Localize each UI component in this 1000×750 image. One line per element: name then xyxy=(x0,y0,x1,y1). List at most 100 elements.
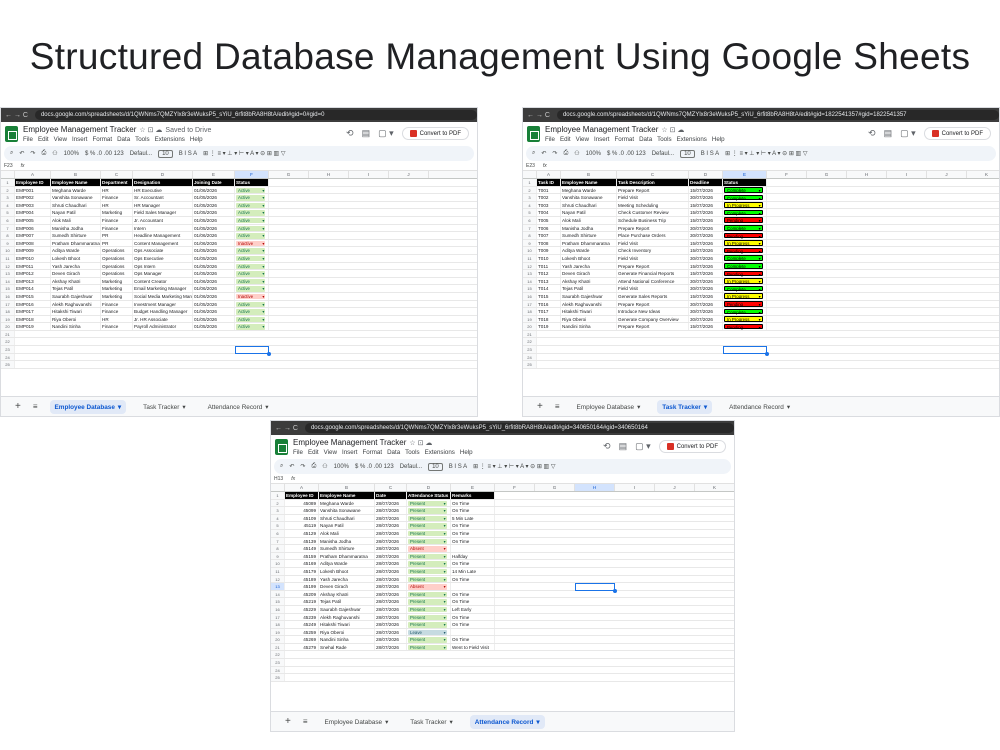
table-cell[interactable]: Ops Executive xyxy=(133,254,193,262)
table-cell[interactable]: Present xyxy=(407,575,451,583)
table-cell[interactable]: Tejas Patil xyxy=(51,285,101,292)
row-number[interactable]: 6 xyxy=(1,216,15,224)
table-cell[interactable]: On Time xyxy=(451,590,495,598)
status-dropdown[interactable]: Pending xyxy=(724,217,763,223)
row-number[interactable]: 11 xyxy=(523,254,537,262)
table-cell[interactable]: 15/07/2026 xyxy=(689,201,723,209)
paint-format-icon[interactable]: ⚇ xyxy=(574,150,579,157)
table-cell[interactable]: 45249 xyxy=(285,621,319,628)
table-cell[interactable]: Field Visit xyxy=(617,239,689,247)
table-cell[interactable]: Ops Intern xyxy=(133,262,193,270)
all-sheets-button[interactable]: ≡ xyxy=(555,402,560,411)
table-cell[interactable]: Manisha Jodha xyxy=(319,537,375,545)
column-header-d[interactable]: D xyxy=(133,171,193,178)
row-number[interactable]: 4 xyxy=(1,201,15,209)
column-header-d[interactable]: D xyxy=(407,484,451,491)
row-number[interactable]: 7 xyxy=(523,224,537,232)
table-cell[interactable]: Marketing xyxy=(101,277,133,285)
menu-item-extensions[interactable]: Extensions xyxy=(677,136,707,143)
table-cell[interactable]: 15/07/2026 xyxy=(689,216,723,224)
table-cell[interactable]: Ops Manager xyxy=(133,270,193,277)
table-cell[interactable]: Marketing xyxy=(101,292,133,300)
table-cell[interactable]: Leave xyxy=(407,628,451,636)
tab-employee-database[interactable]: Employee Database ▾ xyxy=(320,715,394,729)
selected-cell[interactable] xyxy=(575,583,617,593)
print-icon[interactable]: ⎙ xyxy=(563,150,568,157)
table-cell[interactable]: Intern xyxy=(133,224,193,232)
status-dropdown[interactable]: Complete xyxy=(724,308,763,315)
table-cell[interactable]: T014 xyxy=(537,285,561,292)
table-cell[interactable]: 30/07/2026 xyxy=(689,277,723,285)
table-cell[interactable]: Operations xyxy=(101,262,133,270)
table-cell[interactable]: T006 xyxy=(537,224,561,232)
sheets-logo-icon[interactable] xyxy=(527,126,540,142)
status-dropdown[interactable]: Active xyxy=(236,271,266,277)
row-number[interactable]: 20 xyxy=(523,323,537,330)
table-cell[interactable]: Yash Jarecha xyxy=(319,575,375,583)
table-cell[interactable]: EMP017 xyxy=(15,308,51,315)
column-header-g[interactable]: G xyxy=(269,171,309,178)
menu-item-file[interactable]: File xyxy=(545,136,555,143)
table-cell[interactable]: Active xyxy=(235,323,269,330)
table-cell[interactable]: 28/07/2026 xyxy=(375,560,407,567)
menu-item-view[interactable]: View xyxy=(324,449,337,456)
font-size-input[interactable]: 10 xyxy=(680,149,695,158)
status-dropdown[interactable]: In Progress xyxy=(724,293,763,299)
table-cell[interactable]: 45269 xyxy=(285,636,319,643)
column-header-h[interactable]: H xyxy=(847,171,887,178)
table-cell[interactable]: 01/06/2026 xyxy=(193,308,235,315)
table-cell[interactable]: Absent xyxy=(407,583,451,590)
table-cell[interactable]: Finance xyxy=(101,323,133,330)
table-cell[interactable]: 45189 xyxy=(285,575,319,583)
browser-nav-icons[interactable]: ← → C xyxy=(5,112,28,119)
row-number[interactable]: 16 xyxy=(523,292,537,300)
table-cell[interactable]: 45259 xyxy=(285,628,319,636)
row-number[interactable]: 14 xyxy=(523,277,537,285)
table-cell[interactable]: Active xyxy=(235,201,269,209)
star-folder-cloud-icons[interactable]: ☆ ⊡ ☁ xyxy=(409,440,432,447)
paint-format-icon[interactable]: ⚇ xyxy=(52,150,57,157)
table-cell[interactable]: EMP013 xyxy=(15,277,51,285)
history-icon[interactable]: ⟲ xyxy=(603,441,611,452)
row-number[interactable]: 13 xyxy=(1,270,15,277)
table-cell[interactable]: Pending xyxy=(723,300,767,308)
doc-title[interactable]: Employee Management Tracker xyxy=(23,125,136,134)
table-cell[interactable]: Investment Manager xyxy=(133,300,193,308)
status-dropdown[interactable]: Present xyxy=(408,606,447,613)
cell-reference[interactable]: E23 xyxy=(526,163,535,169)
table-cell[interactable]: Vanshita Sonawane xyxy=(319,507,375,514)
table-cell[interactable]: 28/07/2026 xyxy=(375,621,407,628)
table-cell[interactable]: Finance xyxy=(101,224,133,232)
number-format-buttons[interactable]: $ % .0 .00 123 xyxy=(85,151,124,157)
table-cell[interactable]: EMP011 xyxy=(15,262,51,270)
table-cell[interactable]: Shruti Chaudhari xyxy=(319,514,375,522)
table-cell[interactable]: Saurabh Gajeshwar xyxy=(51,292,101,300)
row-number[interactable]: 21 xyxy=(523,330,537,338)
undo-icon[interactable]: ↶ xyxy=(19,150,24,157)
table-cell[interactable]: Nayan Patil xyxy=(319,522,375,529)
table-cell[interactable]: Attend National Conference xyxy=(617,277,689,285)
row-number[interactable]: 6 xyxy=(271,529,285,537)
meet-icon[interactable]: ▢ ▾ xyxy=(635,441,651,452)
column-header-k[interactable]: K xyxy=(967,171,999,178)
table-cell[interactable]: Pending xyxy=(723,270,767,277)
table-cell[interactable]: 45219 xyxy=(285,598,319,605)
row-number[interactable]: 8 xyxy=(271,545,285,552)
table-cell[interactable]: 28/07/2026 xyxy=(375,613,407,621)
status-dropdown[interactable]: In Progress xyxy=(724,202,763,208)
table-cell[interactable]: EMP009 xyxy=(15,247,51,254)
menu-item-tools[interactable]: Tools xyxy=(657,136,671,143)
table-cell[interactable]: T009 xyxy=(537,247,561,254)
table-cell[interactable]: T013 xyxy=(537,277,561,285)
column-header-f[interactable]: F xyxy=(235,171,269,178)
doc-title[interactable]: Employee Management Tracker xyxy=(293,438,406,447)
add-sheet-button[interactable]: + xyxy=(537,401,543,412)
table-cell[interactable]: 01/06/2026 xyxy=(193,186,235,194)
tab-employee-database[interactable]: Employee Database ▾ xyxy=(572,400,646,414)
table-cell[interactable]: On Time xyxy=(451,499,495,507)
table-cell[interactable]: Budget Handling Manager xyxy=(133,308,193,315)
row-number[interactable]: 9 xyxy=(1,239,15,247)
menu-item-format[interactable]: Format xyxy=(362,449,382,456)
status-dropdown[interactable]: Active xyxy=(236,301,266,307)
font-size-input[interactable]: 10 xyxy=(158,149,173,158)
